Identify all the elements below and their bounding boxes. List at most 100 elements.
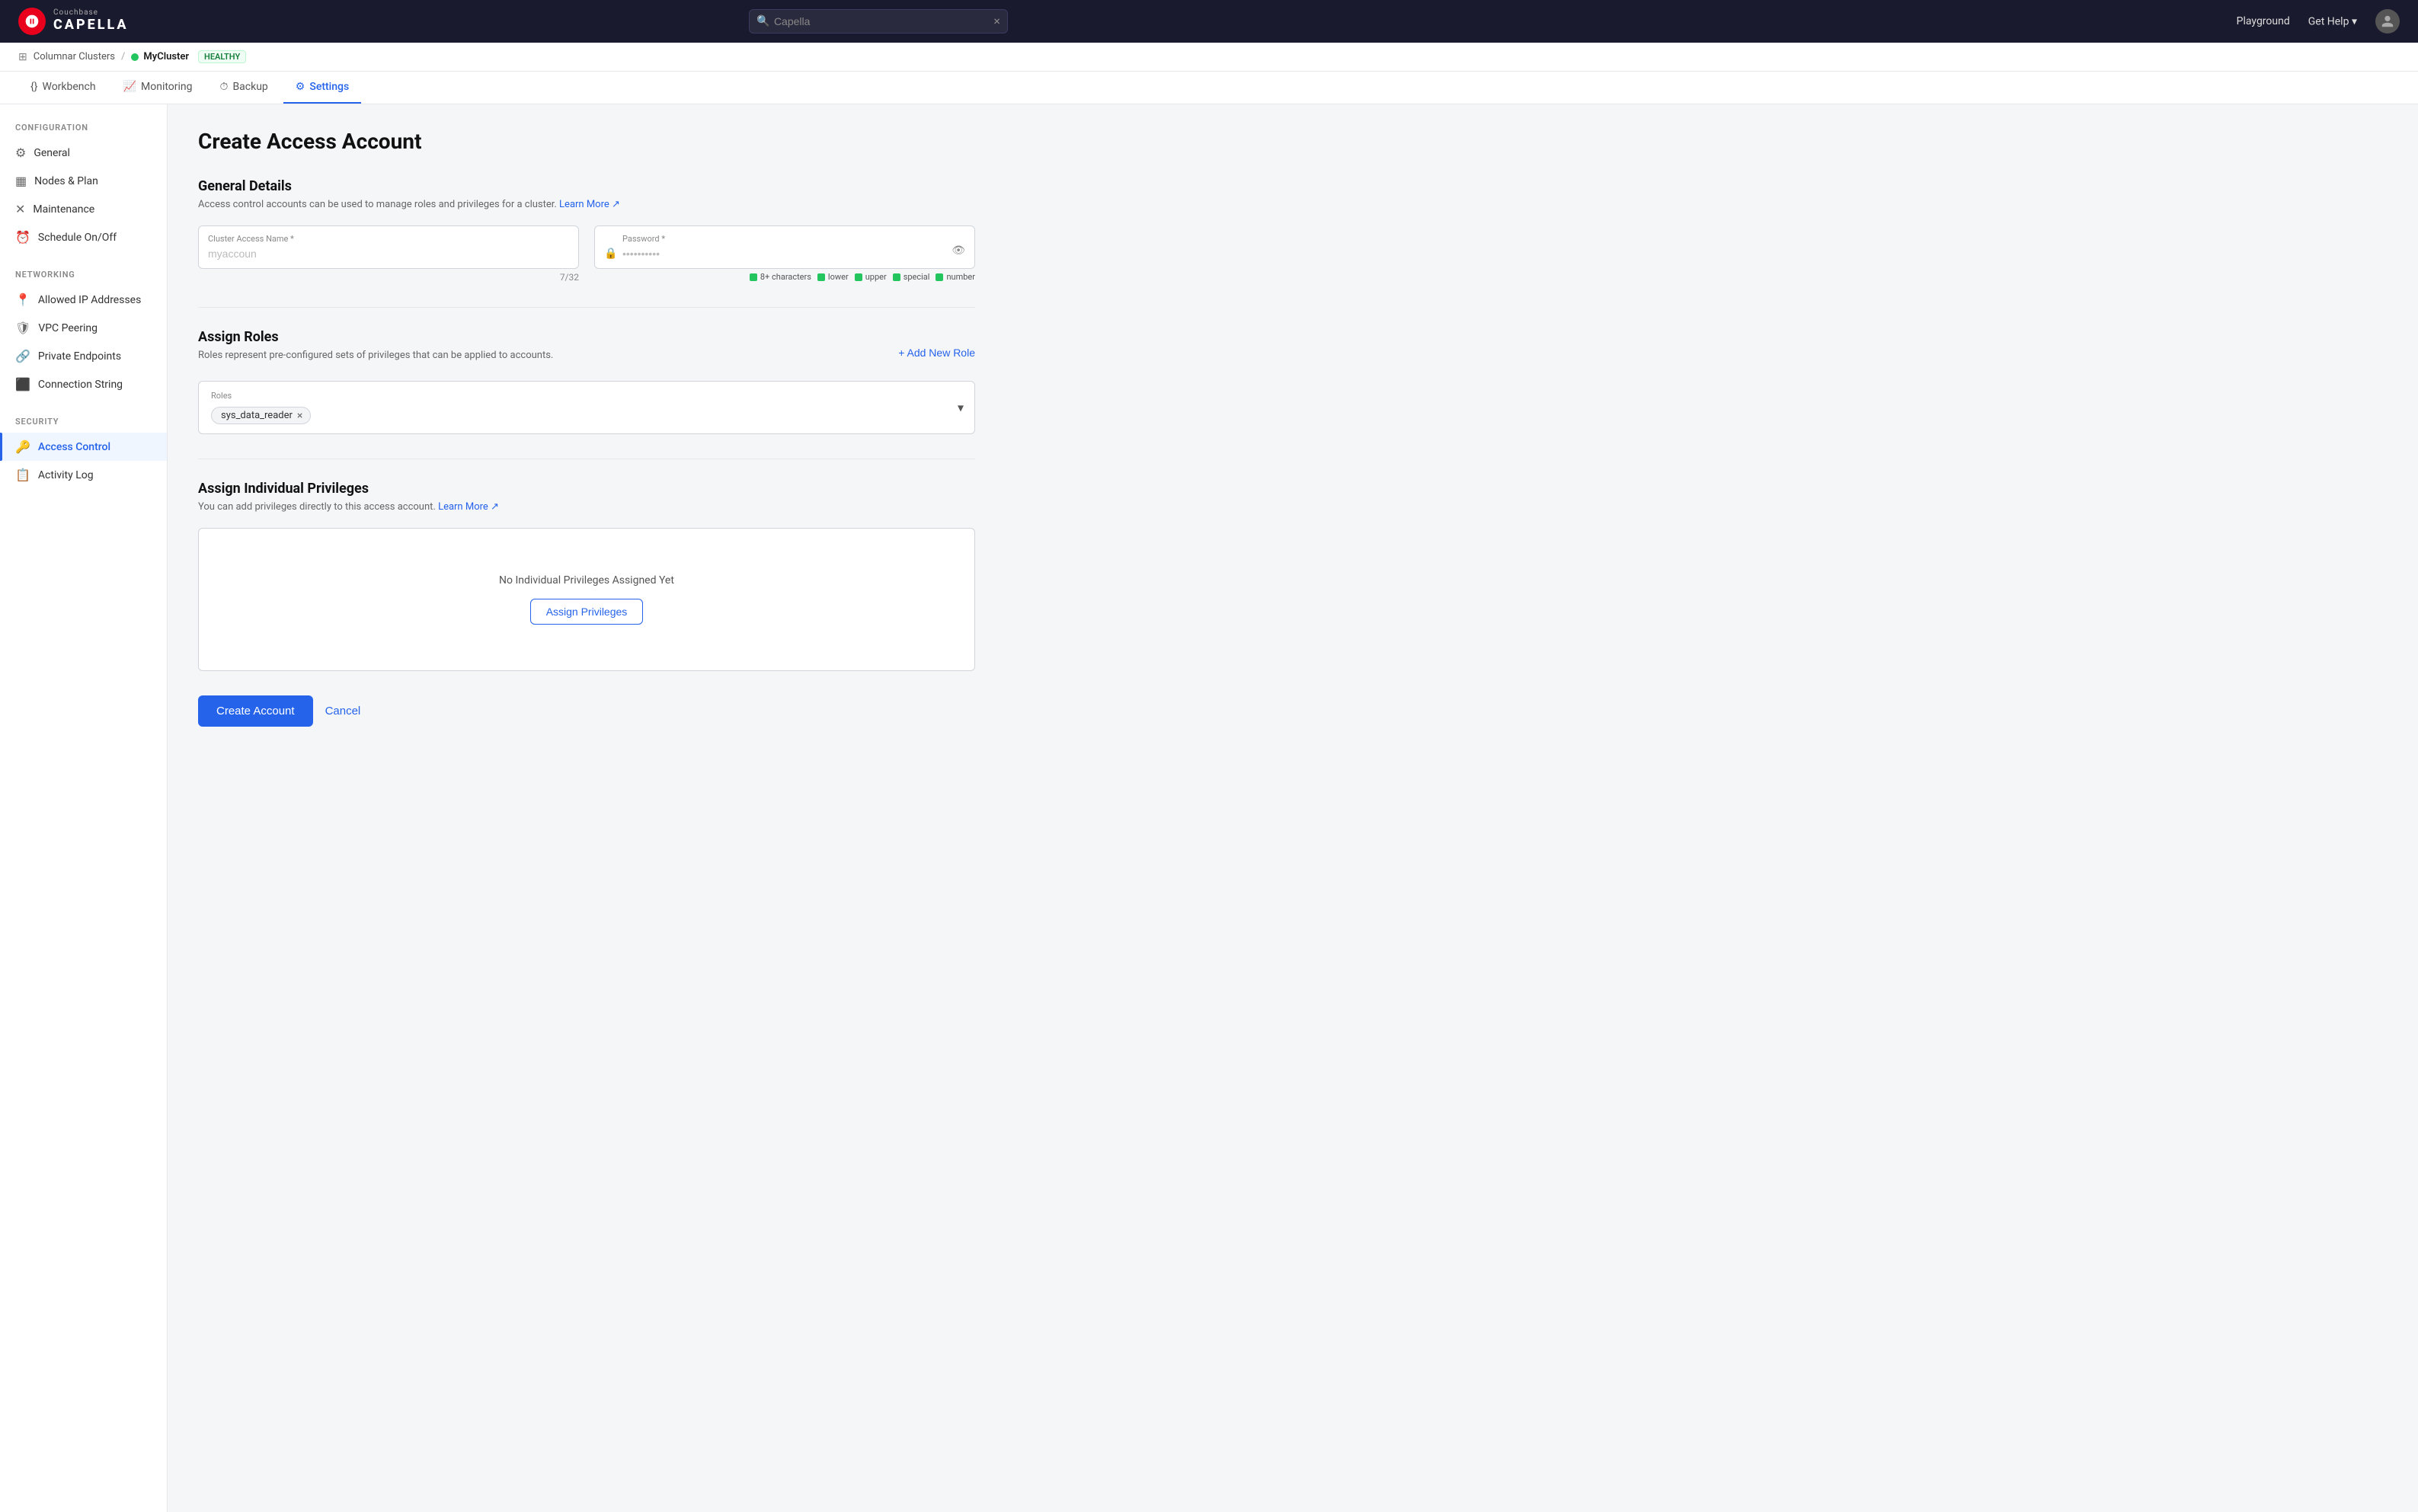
general-details-desc-text: Access control accounts can be used to m… [198, 199, 557, 210]
gear-icon: ⚙ [15, 145, 26, 160]
sidebar-item-schedule[interactable]: ⏰ Schedule On/Off [0, 223, 167, 251]
sidebar-item-general-label: General [34, 147, 70, 159]
tab-monitoring-label: Monitoring [141, 81, 193, 93]
sidebar-item-general[interactable]: ⚙ General [0, 139, 167, 167]
sidebar-item-vpc-peering[interactable]: 🛡 VPC Peering [0, 314, 167, 342]
sidebar-section-configuration: CONFIGURATION [0, 123, 167, 139]
page-title: Create Access Account [198, 129, 975, 154]
topbar: Couchbase CAPELLA 🔍 × Playground Get Hel… [0, 0, 2418, 43]
search-input[interactable] [749, 9, 1008, 34]
sidebar-section-security: SECURITY [0, 417, 167, 433]
tab-settings-label: Settings [309, 81, 349, 93]
tab-bar: {} Workbench 📈 Monitoring ⏱ Backup ⚙ Set… [0, 72, 2418, 104]
cluster-name: MyCluster [143, 51, 189, 62]
settings-icon: ⚙ [296, 81, 305, 93]
roles-dropdown-chevron[interactable]: ▾ [958, 401, 964, 415]
strength-number: number [936, 272, 975, 282]
sidebar-item-nodes-plan-label: Nodes & Plan [34, 175, 98, 187]
role-name: sys_data_reader [221, 410, 293, 421]
brand-text: Couchbase CAPELLA [53, 9, 129, 34]
password-input-wrapper: 🔒 Password * 👁 [594, 225, 975, 269]
password-input[interactable] [622, 248, 965, 260]
sidebar-item-access-control[interactable]: 🔑 Access Control [0, 433, 167, 461]
roles-list: sys_data_reader × [211, 407, 962, 424]
strength-dot-special [893, 273, 900, 281]
tab-backup[interactable]: ⏱ Backup [208, 72, 280, 104]
monitoring-icon: 📈 [123, 81, 136, 93]
workbench-icon: {} [30, 81, 37, 93]
pin-icon: 📍 [15, 292, 30, 307]
sidebar-item-activity-log[interactable]: 📋 Activity Log [0, 461, 167, 489]
sidebar: CONFIGURATION ⚙ General ▦ Nodes & Plan ✕… [0, 104, 168, 1512]
roles-box: Roles sys_data_reader × ▾ [198, 381, 975, 434]
cluster-health-badge: HEALTHY [198, 50, 246, 63]
general-details-section: General Details Access control accounts … [198, 178, 975, 283]
show-password-toggle[interactable]: 👁 [952, 245, 965, 257]
logo-icon [18, 8, 46, 35]
search-icon: 🔍 [756, 15, 769, 27]
breadcrumb-separator: / [121, 51, 125, 62]
general-details-title: General Details [198, 178, 975, 194]
cluster-status-indicator [131, 53, 139, 61]
logo[interactable]: Couchbase CAPELLA [18, 8, 129, 35]
wrench-icon: ✕ [15, 202, 25, 216]
lock-icon: 🔒 [604, 248, 617, 260]
assign-privileges-desc: You can add privileges directly to this … [198, 501, 975, 513]
cluster-access-input[interactable] [208, 248, 569, 260]
general-details-learn-more[interactable]: Learn More ↗ [559, 199, 620, 210]
sidebar-item-activity-log-label: Activity Log [38, 469, 94, 481]
strength-dot-upper [855, 273, 862, 281]
char-count: 7/32 [198, 272, 579, 283]
privileges-learn-more[interactable]: Learn More ↗ [438, 501, 499, 513]
backup-icon: ⏱ [220, 81, 229, 93]
sidebar-item-access-control-label: Access Control [38, 441, 110, 453]
sidebar-item-connection-string[interactable]: ⬛ Connection String [0, 370, 167, 398]
search-bar: 🔍 × [749, 9, 1008, 34]
sidebar-item-allowed-ip[interactable]: 📍 Allowed IP Addresses [0, 286, 167, 314]
breadcrumb-parent[interactable]: Columnar Clusters [34, 51, 115, 62]
assign-privileges-title: Assign Individual Privileges [198, 481, 975, 497]
playground-link[interactable]: Playground [2237, 15, 2290, 27]
no-privileges-text: No Individual Privileges Assigned Yet [214, 574, 959, 587]
general-details-desc: Access control accounts can be used to m… [198, 199, 975, 210]
strength-special: special [893, 272, 930, 282]
doc-icon: 📋 [15, 468, 30, 482]
sidebar-item-nodes-plan[interactable]: ▦ Nodes & Plan [0, 167, 167, 195]
remove-role-button[interactable]: × [297, 411, 302, 421]
assign-privileges-button[interactable]: Assign Privileges [530, 599, 644, 625]
shield-icon: 🛡 [15, 321, 30, 335]
sidebar-group-configuration: CONFIGURATION ⚙ General ▦ Nodes & Plan ✕… [0, 123, 167, 251]
password-strength: 8+ characters lower upper special [594, 272, 975, 282]
tab-monitoring[interactable]: 📈 Monitoring [111, 72, 205, 104]
user-avatar[interactable] [2375, 9, 2400, 34]
clear-search-button[interactable]: × [993, 15, 1000, 27]
cluster-access-field: Cluster Access Name * 7/32 [198, 225, 579, 283]
add-new-role-button[interactable]: + Add New Role [898, 347, 975, 359]
divider-1 [198, 307, 975, 308]
brand-sub: Couchbase [53, 9, 129, 17]
sidebar-item-private-endpoints[interactable]: 🔗 Private Endpoints [0, 342, 167, 370]
tab-settings[interactable]: ⚙ Settings [283, 72, 361, 104]
key-icon: 🔑 [15, 440, 30, 454]
assign-roles-section: Assign Roles Roles represent pre-configu… [198, 329, 975, 434]
cancel-button[interactable]: Cancel [325, 705, 361, 718]
assign-roles-title: Assign Roles Roles represent pre-configu… [198, 329, 553, 376]
breadcrumb-cluster: MyCluster HEALTHY [131, 50, 246, 63]
sidebar-group-networking: NETWORKING 📍 Allowed IP Addresses 🛡 VPC … [0, 270, 167, 398]
sidebar-item-connection-string-label: Connection String [38, 379, 123, 391]
get-help-link[interactable]: Get Help ▾ [2308, 15, 2357, 27]
strength-upper: upper [855, 272, 887, 282]
password-label: Password * [622, 234, 665, 244]
cluster-access-input-wrapper: Cluster Access Name * [198, 225, 579, 269]
external-link-icon: ↗ [612, 199, 620, 210]
sidebar-item-vpc-peering-label: VPC Peering [38, 322, 98, 334]
tab-workbench[interactable]: {} Workbench [18, 72, 108, 104]
grid-icon: ▦ [15, 174, 27, 188]
chevron-down-icon: ▾ [2352, 15, 2357, 27]
sidebar-item-schedule-label: Schedule On/Off [38, 232, 117, 244]
main-layout: CONFIGURATION ⚙ General ▦ Nodes & Plan ✕… [0, 104, 2418, 1512]
assign-privileges-section: Assign Individual Privileges You can add… [198, 481, 975, 671]
create-account-button[interactable]: Create Account [198, 695, 313, 727]
sidebar-item-private-endpoints-label: Private Endpoints [38, 350, 121, 363]
sidebar-item-maintenance[interactable]: ✕ Maintenance [0, 195, 167, 223]
